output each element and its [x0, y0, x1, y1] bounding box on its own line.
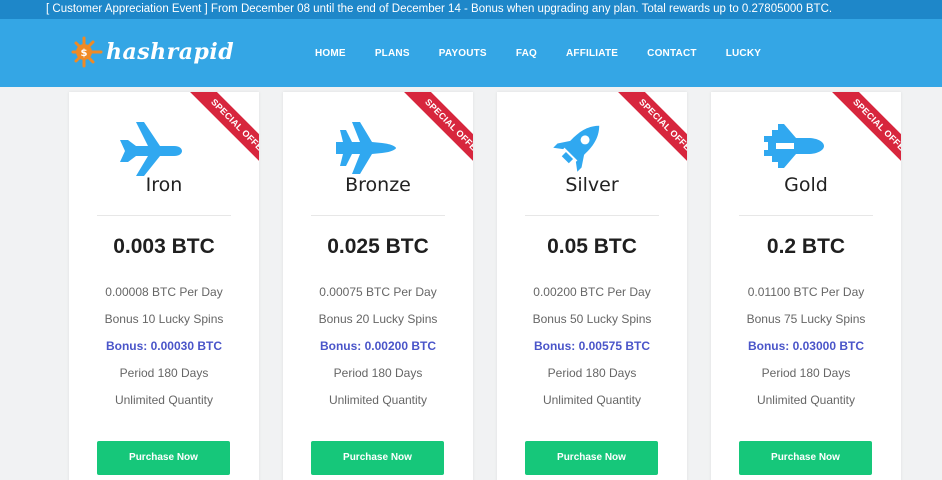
plan-card-bronze: SPECIAL OFFER Bronze 0.025 BTC 0.00075 B… — [283, 92, 473, 480]
plan-spins: Bonus 75 Lucky Spins — [746, 312, 866, 326]
main-nav: HOME PLANS PAYOUTS FAQ AFFILIATE CONTACT… — [315, 19, 761, 87]
plan-bonus: Bonus: 0.03000 BTC — [747, 339, 865, 353]
plan-quantity: Unlimited Quantity — [542, 393, 642, 407]
nav-affiliate[interactable]: AFFILIATE — [566, 48, 618, 59]
brand-name: hashrapid — [106, 39, 235, 65]
divider — [525, 215, 659, 216]
fighter-jet-icon — [330, 116, 398, 176]
divider — [97, 215, 231, 216]
announcement-bar: [ Customer Appreciation Event ] From Dec… — [0, 0, 942, 19]
special-offer-ribbon: SPECIAL OFFER — [402, 92, 473, 179]
plan-price: 0.025 BTC — [327, 235, 429, 258]
plan-name: Bronze — [345, 174, 411, 196]
plan-bonus: Bonus: 0.00030 BTC — [105, 339, 223, 353]
plan-card-gold: SPECIAL OFFER Gold 0.2 BTC 0.01100 BTC P… — [711, 92, 901, 480]
purchase-button[interactable]: Purchase Now — [97, 441, 230, 475]
nav-lucky[interactable]: LUCKY — [726, 48, 761, 59]
plan-quantity: Unlimited Quantity — [756, 393, 856, 407]
airplane-icon — [116, 116, 184, 176]
divider — [739, 215, 873, 216]
plan-card-silver: SPECIAL OFFER Silver 0.05 BTC 0.00200 BT… — [497, 92, 687, 480]
nav-faq[interactable]: FAQ — [516, 48, 537, 59]
special-offer-ribbon: SPECIAL OFFER — [188, 92, 259, 179]
nav-plans[interactable]: PLANS — [375, 48, 410, 59]
plan-period: Period 180 Days — [761, 366, 851, 380]
logo[interactable]: $ hashrapid — [70, 36, 234, 68]
plan-price: 0.003 BTC — [113, 235, 215, 258]
plan-bonus: Bonus: 0.00575 BTC — [533, 339, 651, 353]
plan-price: 0.05 BTC — [547, 235, 637, 258]
plan-daily: 0.00075 BTC Per Day — [319, 285, 437, 299]
dollar-gear-icon: $ — [70, 36, 104, 68]
divider — [311, 215, 445, 216]
plan-daily: 0.00200 BTC Per Day — [533, 285, 651, 299]
purchase-button[interactable]: Purchase Now — [525, 441, 658, 475]
nav-contact[interactable]: CONTACT — [647, 48, 697, 59]
plan-daily: 0.01100 BTC Per Day — [747, 285, 865, 299]
rocket-icon — [544, 116, 612, 176]
plan-daily: 0.00008 BTC Per Day — [105, 285, 223, 299]
space-shuttle-icon — [758, 116, 826, 176]
plan-name: Silver — [565, 174, 619, 196]
nav-payouts[interactable]: PAYOUTS — [439, 48, 487, 59]
svg-text:$: $ — [81, 48, 88, 59]
purchase-button[interactable]: Purchase Now — [739, 441, 872, 475]
nav-home[interactable]: HOME — [315, 48, 346, 59]
plan-period: Period 180 Days — [119, 366, 209, 380]
plan-price: 0.2 BTC — [766, 235, 846, 258]
plan-period: Period 180 Days — [547, 366, 637, 380]
plan-quantity: Unlimited Quantity — [114, 393, 214, 407]
plan-spins: Bonus 50 Lucky Spins — [532, 312, 652, 326]
special-offer-ribbon: SPECIAL OFFER — [616, 92, 687, 179]
plan-bonus: Bonus: 0.00200 BTC — [319, 339, 437, 353]
plan-spins: Bonus 10 Lucky Spins — [104, 312, 224, 326]
site-header: $ hashrapid HOME PLANS PAYOUTS FAQ AFFIL… — [0, 19, 942, 87]
plan-period: Period 180 Days — [333, 366, 423, 380]
plan-name: Gold — [784, 174, 828, 196]
plan-card-iron: SPECIAL OFFER Iron 0.003 BTC 0.00008 BTC… — [69, 92, 259, 480]
special-offer-ribbon: SPECIAL OFFER — [830, 92, 901, 179]
purchase-button[interactable]: Purchase Now — [311, 441, 444, 475]
plan-name: Iron — [145, 174, 183, 196]
plan-spins: Bonus 20 Lucky Spins — [318, 312, 438, 326]
plan-quantity: Unlimited Quantity — [328, 393, 428, 407]
